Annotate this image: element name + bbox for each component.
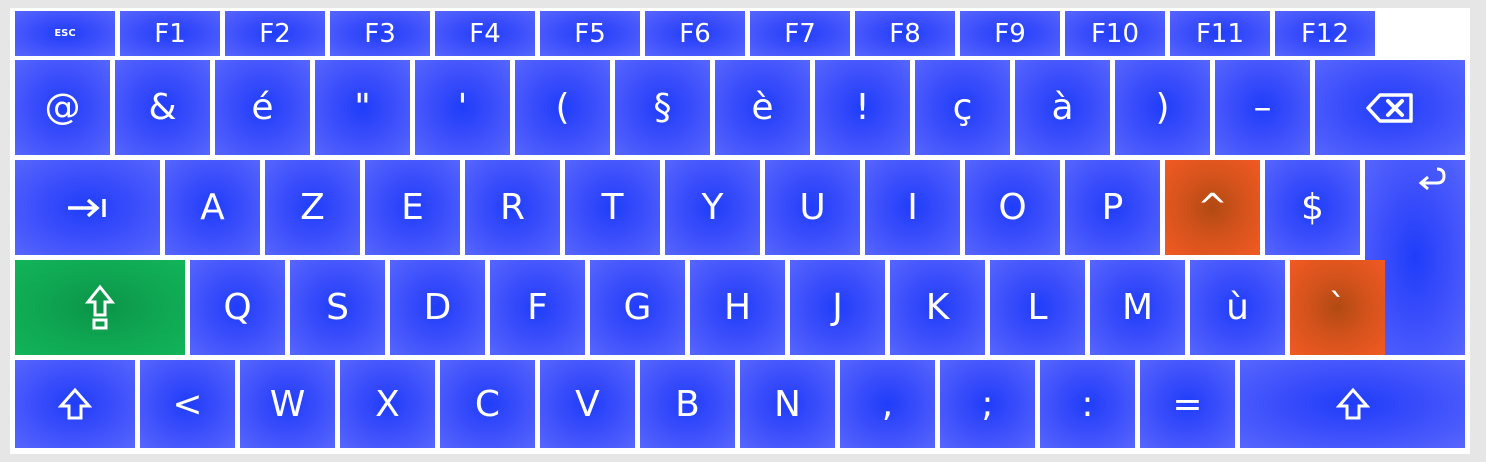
key-esc[interactable]: ESC	[15, 11, 115, 56]
key-backtick[interactable]: `	[1290, 260, 1385, 355]
key-f3[interactable]: F3	[330, 11, 430, 56]
key-e-acute[interactable]: é	[215, 60, 310, 155]
key-dollar[interactable]: $	[1265, 160, 1360, 255]
key-u-grave[interactable]: ù	[1190, 260, 1285, 355]
key-q[interactable]: Q	[190, 260, 285, 355]
key-t[interactable]: T	[565, 160, 660, 255]
key-less-than[interactable]: <	[140, 360, 235, 448]
key-o[interactable]: O	[965, 160, 1060, 255]
key-close-paren[interactable]: )	[1115, 60, 1210, 155]
key-l[interactable]: L	[990, 260, 1085, 355]
backspace-icon	[1366, 92, 1414, 124]
key-f7[interactable]: F7	[750, 11, 850, 56]
key-v[interactable]: V	[540, 360, 635, 448]
key-f10[interactable]: F10	[1065, 11, 1165, 56]
key-k[interactable]: K	[890, 260, 985, 355]
key-at[interactable]: @	[15, 60, 110, 155]
enter-icon	[1417, 166, 1447, 192]
key-f12[interactable]: F12	[1275, 11, 1375, 56]
key-g[interactable]: G	[590, 260, 685, 355]
key-c[interactable]: C	[440, 360, 535, 448]
key-equals[interactable]: =	[1140, 360, 1235, 448]
key-z[interactable]: Z	[265, 160, 360, 255]
tab-icon	[66, 197, 110, 219]
key-f9[interactable]: F9	[960, 11, 1060, 56]
shift-icon	[1335, 387, 1370, 421]
key-semicolon[interactable]: ;	[940, 360, 1035, 448]
key-backspace[interactable]	[1315, 60, 1465, 155]
key-x[interactable]: X	[340, 360, 435, 448]
key-open-paren[interactable]: (	[515, 60, 610, 155]
key-exclamation[interactable]: !	[815, 60, 910, 155]
shift-icon	[58, 387, 92, 421]
key-f[interactable]: F	[490, 260, 585, 355]
key-shift-right[interactable]	[1240, 360, 1465, 448]
key-apostrophe[interactable]: '	[415, 60, 510, 155]
key-f1[interactable]: F1	[120, 11, 220, 56]
key-section[interactable]: §	[615, 60, 710, 155]
key-w[interactable]: W	[240, 360, 335, 448]
key-shift-left[interactable]	[15, 360, 135, 448]
key-caps-lock[interactable]	[15, 260, 185, 355]
key-colon[interactable]: :	[1040, 360, 1135, 448]
key-p[interactable]: P	[1065, 160, 1160, 255]
key-circumflex[interactable]: ^	[1165, 160, 1260, 255]
key-b[interactable]: B	[640, 360, 735, 448]
key-double-quote[interactable]: "	[315, 60, 410, 155]
key-e-grave[interactable]: è	[715, 60, 810, 155]
keyboard: ESC F1 F2 F3 F4 F5 F6 F7 F8 F9 F10 F11 F…	[10, 8, 1470, 454]
key-a-grave[interactable]: à	[1015, 60, 1110, 155]
key-h[interactable]: H	[690, 260, 785, 355]
key-y[interactable]: Y	[665, 160, 760, 255]
key-s[interactable]: S	[290, 260, 385, 355]
key-f8[interactable]: F8	[855, 11, 955, 56]
key-m[interactable]: M	[1090, 260, 1185, 355]
key-c-cedilla[interactable]: ç	[915, 60, 1010, 155]
key-r[interactable]: R	[465, 160, 560, 255]
key-i[interactable]: I	[865, 160, 960, 255]
key-j[interactable]: J	[790, 260, 885, 355]
key-ampersand[interactable]: &	[115, 60, 210, 155]
key-d[interactable]: D	[390, 260, 485, 355]
caps-lock-icon	[85, 284, 115, 332]
key-f2[interactable]: F2	[225, 11, 325, 56]
key-n[interactable]: N	[740, 360, 835, 448]
key-f4[interactable]: F4	[435, 11, 535, 56]
key-comma[interactable]: ,	[840, 360, 935, 448]
key-u[interactable]: U	[765, 160, 860, 255]
key-e[interactable]: E	[365, 160, 460, 255]
key-f11[interactable]: F11	[1170, 11, 1270, 56]
key-dash[interactable]: –	[1215, 60, 1310, 155]
key-f5[interactable]: F5	[540, 11, 640, 56]
key-f6[interactable]: F6	[645, 11, 745, 56]
key-tab[interactable]	[15, 160, 160, 255]
key-a[interactable]: A	[165, 160, 260, 255]
